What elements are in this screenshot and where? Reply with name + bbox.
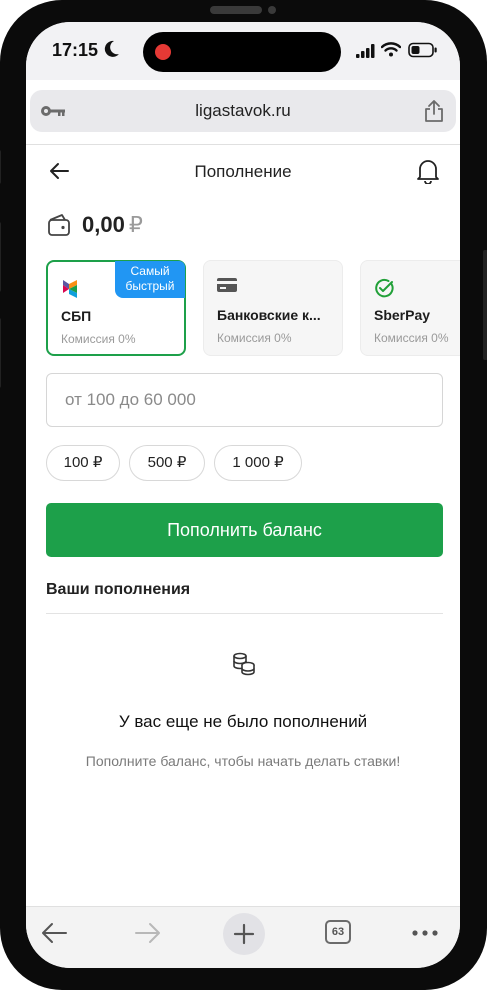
phone-speaker (210, 6, 262, 14)
screen: 17:15 ligastavok.ru Пополнение 0,00 ₽ СБ… (26, 22, 460, 968)
amount-input[interactable] (46, 373, 443, 427)
payment-method-fee: Комиссия 0% (61, 332, 136, 346)
moon-icon (104, 40, 119, 57)
phone-power-button (483, 250, 487, 360)
more-icon[interactable] (411, 929, 439, 937)
payment-method-name: СБП (61, 308, 92, 324)
phone-volume-down (0, 318, 1, 388)
empty-state-title: У вас еще не было пополнений (118, 712, 368, 731)
cellular-signal-icon (356, 44, 375, 58)
share-icon[interactable] (424, 99, 444, 123)
sberpay-icon (375, 278, 394, 298)
balance-value: 0,00 (82, 212, 125, 237)
top-up-balance-button[interactable]: Пополнить баланс (46, 503, 443, 557)
balance-amount: 0,00 ₽ (82, 212, 143, 238)
quick-amount-500[interactable]: 500 ₽ (129, 445, 205, 481)
payment-method-sberpay[interactable]: SberPay Комиссия 0% (360, 260, 460, 356)
bell-icon[interactable] (416, 158, 440, 184)
deposits-section-title: Ваши пополнения (46, 581, 191, 598)
phone-frame: 17:15 ligastavok.ru Пополнение 0,00 ₽ СБ… (0, 0, 487, 990)
phone-volume-up (0, 222, 1, 292)
new-tab-button[interactable] (223, 913, 265, 955)
header-divider (26, 144, 460, 145)
payment-method-name: SberPay (374, 307, 431, 323)
payment-method-bank-card[interactable]: Банковские к... Комиссия 0% (203, 260, 343, 356)
wallet-icon (48, 214, 70, 236)
payment-method-sbp[interactable]: СБП Комиссия 0% Самый быстрый (46, 260, 186, 356)
browser-forward-icon[interactable] (134, 921, 162, 945)
browser-toolbar: 63 (26, 906, 460, 968)
dynamic-island (143, 32, 341, 72)
sbp-icon (63, 280, 77, 298)
browser-back-icon[interactable] (40, 921, 68, 945)
tabs-count-button[interactable]: 63 (325, 920, 351, 944)
quick-amount-1000[interactable]: 1 000 ₽ (214, 445, 302, 481)
address-bar[interactable]: ligastavok.ru (30, 90, 456, 132)
balance-currency: ₽ (128, 212, 143, 237)
quick-amount-100[interactable]: 100 ₽ (46, 445, 120, 481)
phone-camera (268, 6, 276, 14)
plus-icon (233, 923, 255, 945)
payment-method-fee: Комиссия 0% (374, 331, 449, 345)
payment-method-fee: Комиссия 0% (217, 331, 292, 345)
battery-icon (408, 42, 437, 58)
empty-state-subtitle: Пополните баланс, чтобы начать делать ст… (85, 753, 401, 769)
section-divider (46, 613, 443, 614)
url-text[interactable]: ligastavok.ru (30, 101, 456, 121)
card-icon (217, 278, 237, 292)
status-time: 17:15 (52, 40, 99, 60)
status-bar: 17:15 ligastavok.ru (26, 22, 460, 132)
payment-method-name: Банковские к... (217, 307, 321, 323)
wifi-icon (381, 42, 401, 57)
coins-icon (233, 652, 255, 676)
page-title: Пополнение (194, 162, 292, 181)
phone-action-button (0, 150, 1, 184)
fastest-badge: Самый быстрый (115, 261, 185, 298)
recording-indicator-icon (155, 44, 171, 60)
